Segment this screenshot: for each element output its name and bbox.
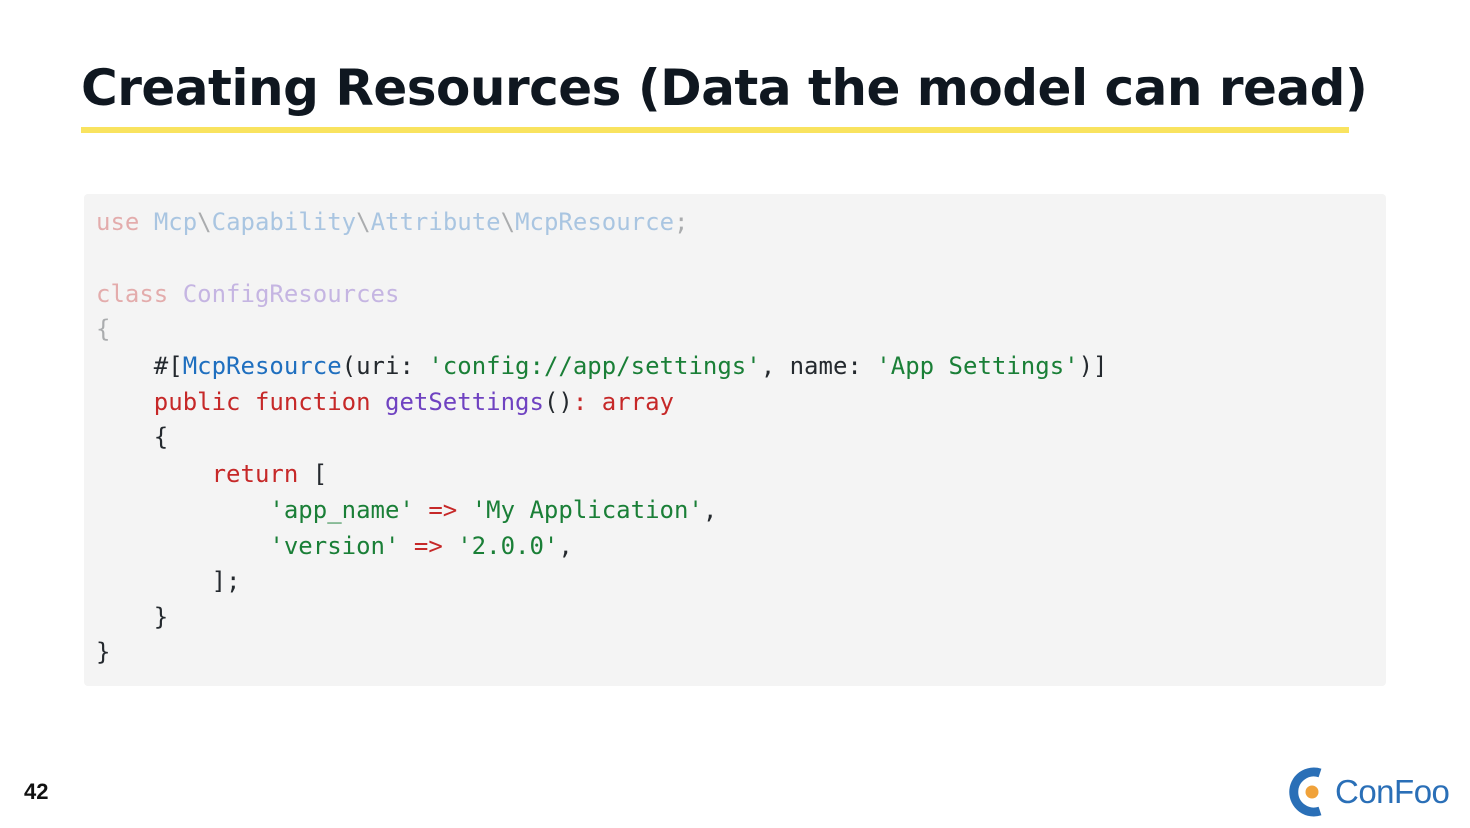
code-line-1: use Mcp\Capability\Attribute\McpResource… — [96, 207, 688, 237]
code-token: => — [399, 532, 458, 560]
code-line-6: public function getSettings(): array — [96, 387, 674, 417]
code-token: '2.0.0' — [457, 532, 559, 560]
code-line-11: ]; — [96, 567, 241, 595]
code-token: () — [543, 388, 573, 416]
code-token: #[ — [96, 352, 183, 380]
code-token: : array — [572, 388, 675, 416]
code-token: ConfigResources — [182, 280, 400, 308]
code-token: ; — [674, 208, 689, 236]
code-token: 'version' — [269, 532, 400, 560]
code-line-4: { — [96, 315, 111, 343]
code-token: class — [96, 280, 169, 308]
code-token: , name: — [760, 352, 877, 380]
page-number: 42 — [24, 779, 49, 804]
code-token: Capability — [211, 208, 357, 236]
code-token: \ — [356, 208, 371, 236]
code-line-8: return [ — [96, 459, 328, 489]
code-token: McpResource — [182, 352, 342, 380]
code-token: getSettings — [385, 388, 544, 416]
code-token: Attribute — [370, 208, 501, 236]
code-token: \ — [197, 208, 212, 236]
code-line-13: } — [96, 638, 111, 666]
code-token: use — [96, 208, 140, 236]
code-token: )] — [1078, 352, 1108, 380]
confoo-logo: ConFoo — [1287, 767, 1450, 817]
slide-title: Creating Resources (Data the model can r… — [81, 59, 1368, 117]
code-token: public — [153, 388, 241, 416]
code-token: => — [413, 496, 472, 524]
code-line-12: } — [96, 603, 169, 631]
code-line-10: 'version' => '2.0.0', — [96, 531, 573, 561]
code-token: , — [558, 532, 573, 560]
code-line-3: class ConfigResources — [96, 279, 399, 309]
code-line-5: #[McpResource(uri: 'config://app/setting… — [96, 351, 1108, 381]
code-token: (uri: — [341, 352, 429, 380]
code-token: 'App Settings' — [876, 352, 1079, 380]
code-token: return — [211, 460, 299, 488]
code-token: [ — [298, 460, 328, 488]
code-token: 'config://app/settings' — [428, 352, 761, 380]
code-token: , — [702, 496, 718, 524]
code-token: 'My Application' — [471, 496, 703, 524]
code-block: use Mcp\Capability\Attribute\McpResource… — [84, 194, 1386, 686]
code-line-7: { — [96, 423, 169, 451]
code-token: Mcp — [153, 208, 198, 236]
code-token: 'app_name' — [269, 496, 414, 524]
confoo-logo-icon — [1289, 767, 1322, 817]
title-underline — [81, 127, 1349, 133]
logo-text: ConFoo — [1335, 773, 1450, 810]
code-token: \ — [500, 208, 516, 236]
code-line-9: 'app_name' => 'My Application', — [96, 495, 717, 525]
code-token: function — [254, 388, 371, 416]
code-token: McpResource — [515, 208, 675, 236]
